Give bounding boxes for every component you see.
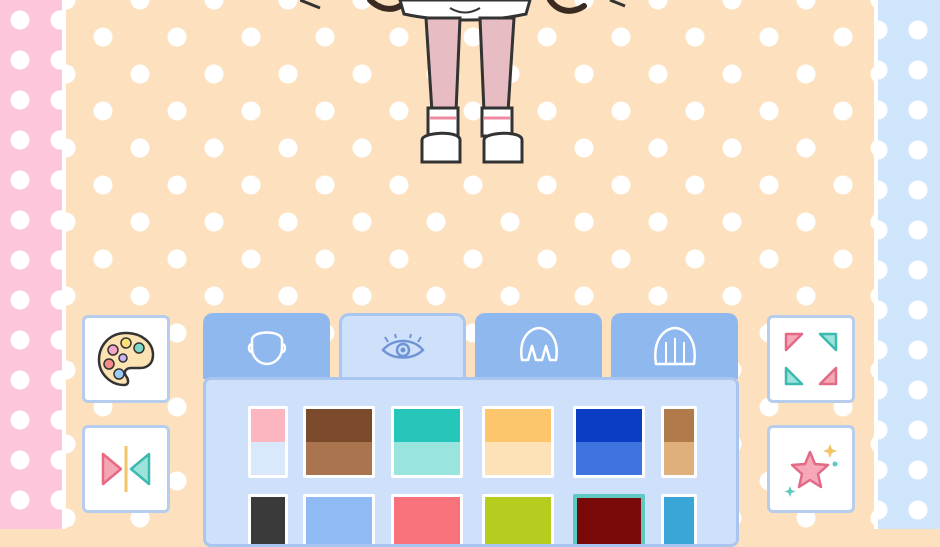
back-hair-icon [653, 326, 696, 366]
color-swatch[interactable] [573, 406, 645, 478]
customization-panel [203, 313, 739, 547]
color-swatch-grid [203, 377, 739, 547]
color-swatch[interactable] [248, 406, 288, 478]
star-effects-icon [784, 444, 838, 497]
color-swatch[interactable] [482, 494, 554, 544]
color-swatch[interactable] [391, 406, 463, 478]
color-swatch[interactable] [391, 494, 463, 544]
tab-back-hair[interactable] [611, 313, 738, 379]
character-preview[interactable] [300, 0, 640, 175]
color-swatch[interactable] [303, 494, 375, 544]
palette-icon [97, 331, 155, 387]
stage-left-border [62, 0, 66, 529]
color-swatch[interactable] [248, 494, 288, 544]
right-dotted-stripe [878, 0, 940, 529]
tab-eyes[interactable] [339, 313, 466, 379]
color-swatch-selected[interactable] [573, 494, 645, 544]
color-swatch[interactable] [482, 406, 554, 478]
stage-right-border [874, 0, 878, 529]
palette-button[interactable] [82, 315, 170, 403]
effects-button[interactable] [767, 425, 855, 513]
color-swatch[interactable] [303, 406, 375, 478]
face-shape-icon [247, 331, 286, 366]
front-hair-icon [519, 326, 558, 362]
color-swatch[interactable] [661, 494, 697, 544]
tab-face[interactable] [203, 313, 330, 379]
flip-button[interactable] [82, 425, 170, 513]
zoom-fullscreen-icon [784, 332, 838, 386]
eye-icon [380, 333, 425, 359]
zoom-button[interactable] [767, 315, 855, 403]
tab-front-hair[interactable] [475, 313, 602, 379]
color-swatch[interactable] [661, 406, 697, 478]
left-dotted-stripe [0, 0, 62, 529]
flip-icon [101, 446, 151, 492]
